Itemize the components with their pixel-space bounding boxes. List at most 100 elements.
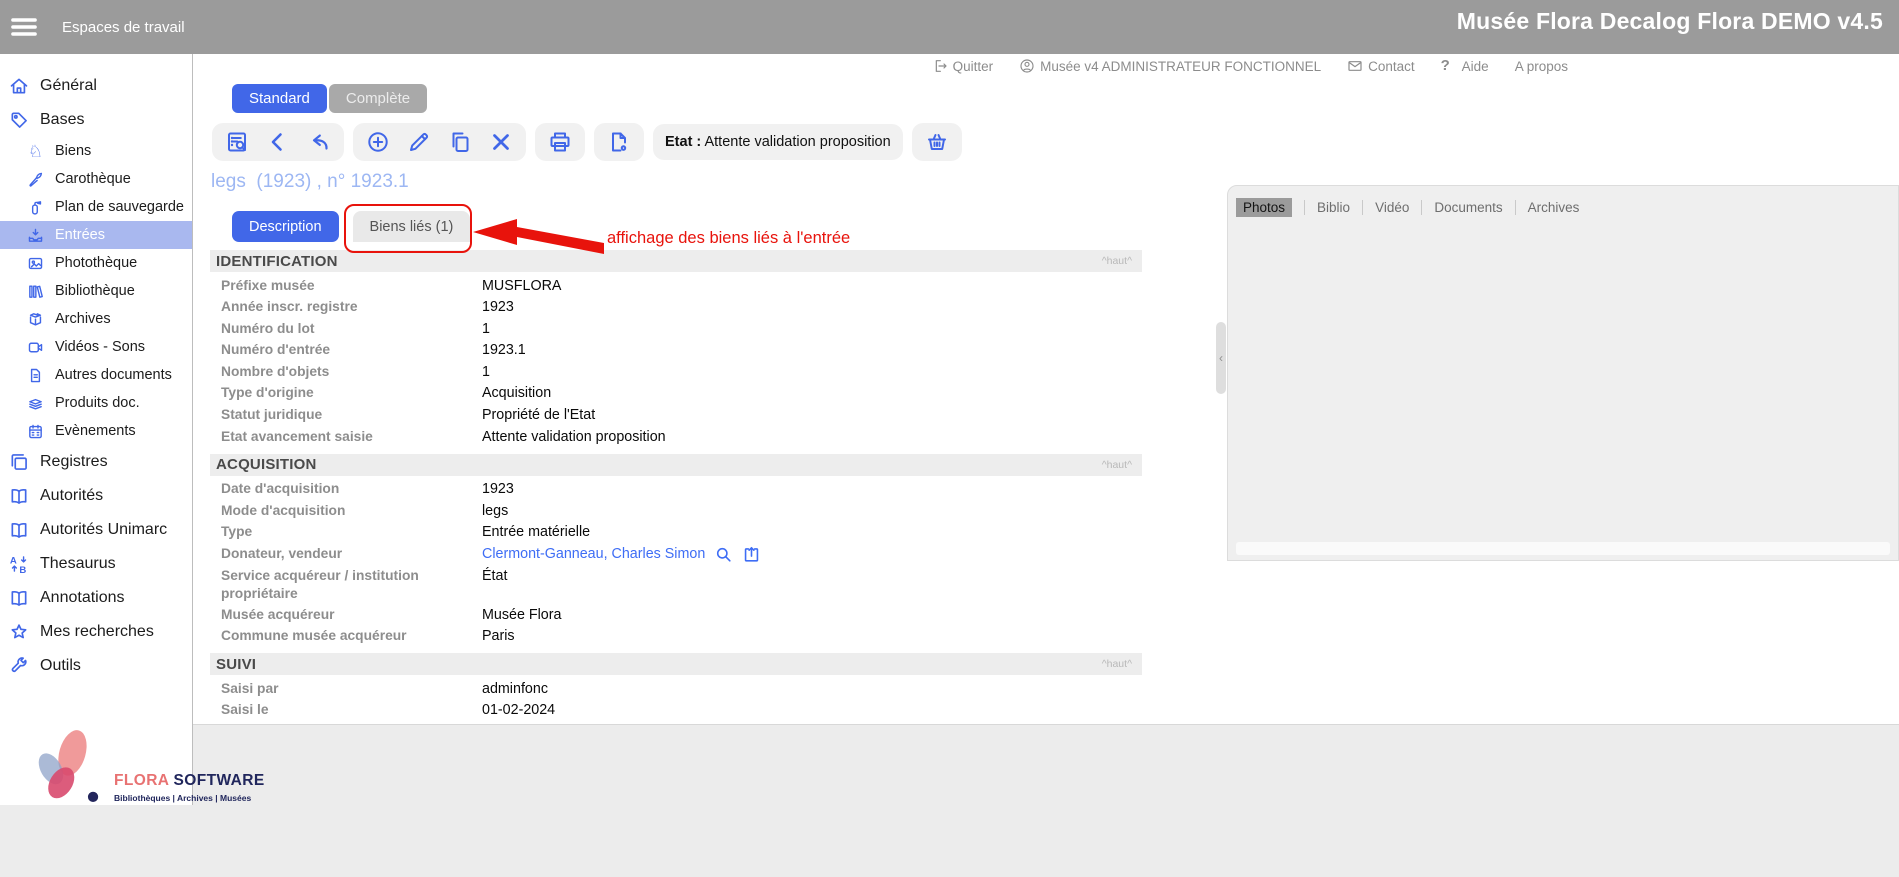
sidebar-item-label: Evènements — [55, 423, 136, 439]
media-tab-documents[interactable]: Documents — [1434, 200, 1502, 215]
flora-petals-icon — [22, 728, 108, 809]
duplicate-icon — [448, 130, 472, 154]
sidebar-item-videos-sons[interactable]: Vidéos - Sons — [0, 333, 192, 361]
search-icon[interactable] — [714, 545, 733, 564]
sidebar-item-label: Bibliothèque — [55, 283, 135, 299]
top-links-bar: Quitter Musée v4 ADMINISTRATEUR FONCTIONN… — [932, 58, 1568, 74]
add-button[interactable] — [366, 130, 390, 154]
toplink-label: Contact — [1368, 59, 1415, 74]
sidebar-item-label: Annotations — [40, 589, 125, 607]
sidebar-item-produits-doc[interactable]: Produits doc. — [0, 389, 192, 417]
undo-button[interactable] — [307, 130, 331, 154]
field-row: Date d'acquisition1923 — [210, 479, 1142, 501]
record-tabs: Description Biens liés (1) — [232, 211, 470, 242]
home-icon — [9, 76, 29, 96]
sidebar-item-mes-recherches[interactable]: Mes recherches — [0, 615, 192, 649]
app-window: Espaces de travail Musée Flora Decalog F… — [0, 0, 1899, 877]
sidebar-item-bases[interactable]: Bases — [0, 103, 192, 137]
field-label: Donateur, vendeur — [210, 545, 482, 563]
field-label: Saisi le — [210, 701, 482, 719]
sidebar-item-archives[interactable]: Archives — [0, 305, 192, 333]
state-value: Attente validation proposition — [704, 134, 890, 150]
open-book-icon — [9, 520, 29, 540]
open-book-icon — [9, 588, 29, 608]
toplink-contact[interactable]: Contact — [1347, 58, 1415, 74]
sidebar-item-evenements[interactable]: Evènements — [0, 417, 192, 445]
back-to-top-link[interactable]: ^haut^ — [1102, 255, 1132, 267]
back-button[interactable] — [266, 130, 290, 154]
basket-button[interactable] — [925, 130, 949, 154]
field-row: Etat avancement saisieAttente validation… — [210, 426, 1142, 448]
field-row: Saisi paradminfonc — [210, 678, 1142, 700]
print-button[interactable] — [548, 130, 572, 154]
sidebar-item-autres-documents[interactable]: Autres documents — [0, 361, 192, 389]
export-document-button[interactable] — [607, 130, 631, 154]
media-tab-biblio[interactable]: Biblio — [1317, 200, 1350, 215]
brand-secondary: SOFTWARE — [174, 772, 265, 789]
sidebar-item-outils[interactable]: Outils — [0, 649, 192, 683]
view-tab-complete[interactable]: Complète — [329, 84, 427, 113]
view-tabs: StandardComplète — [232, 84, 427, 113]
sidebar-item-carotheque[interactable]: Carothèque — [0, 165, 192, 193]
sidebar-item-annotations[interactable]: Annotations — [0, 581, 192, 615]
sidebar-item-autorites-unimarc[interactable]: Autorités Unimarc — [0, 513, 192, 547]
field-label: Numéro d'entrée — [210, 341, 482, 359]
exit-icon — [932, 58, 948, 74]
toplink-aide[interactable]: ?Aide — [1441, 58, 1489, 74]
toolbar-group-4 — [594, 123, 644, 161]
view-tab-standard[interactable]: Standard — [232, 84, 327, 113]
record-list-icon — [225, 130, 249, 154]
sidebar-item-entrees[interactable]: Entrées — [0, 221, 192, 249]
toplink-a-propos[interactable]: A propos — [1515, 59, 1568, 74]
edit-icon — [407, 130, 431, 154]
record-tab-description[interactable]: Description — [232, 211, 339, 242]
media-panel-scrollbar[interactable] — [1236, 542, 1890, 555]
sidebar-item-bibliotheque[interactable]: Bibliothèque — [0, 277, 192, 305]
open-book-icon — [9, 486, 29, 506]
sidebar-item-registres[interactable]: Registres — [0, 445, 192, 479]
fire-extinguisher-icon — [27, 199, 44, 216]
sidebar-item-plan-de-sauvegarde[interactable]: Plan de sauvegarde — [0, 193, 192, 221]
record-tab-biens-lies-1[interactable]: Biens liés (1) — [353, 211, 471, 242]
media-tab-video[interactable]: Vidéo — [1375, 200, 1409, 215]
media-tab-photos[interactable]: Photos — [1236, 198, 1292, 217]
sidebar-item-autorites[interactable]: Autorités — [0, 479, 192, 513]
video-icon — [27, 339, 44, 356]
field-label: Mode d'acquisition — [210, 502, 482, 520]
archive-box-icon — [27, 311, 44, 328]
field-label: Etat avancement saisie — [210, 428, 482, 446]
media-tab-archives[interactable]: Archives — [1528, 200, 1580, 215]
toplink-musee-v4-administrateur-fonctionnel[interactable]: Musée v4 ADMINISTRATEUR FONCTIONNEL — [1019, 58, 1321, 74]
duplicate-button[interactable] — [448, 130, 472, 154]
chess-knight-icon: ♘ — [27, 143, 44, 160]
field-row: Type d'origineAcquisition — [210, 383, 1142, 405]
sidebar-item-label: Vidéos - Sons — [55, 339, 145, 355]
logo-tagline: Bibliothèques | Archives | Musées — [114, 793, 265, 803]
sidebar-item-label: Outils — [40, 657, 81, 675]
media-panel: Photos Biblio Vidéo Documents Archives — [1227, 185, 1899, 561]
panel-collapse-handle[interactable]: ‹ — [1216, 322, 1226, 394]
sidebar-item-label: Produits doc. — [55, 395, 140, 411]
field-value[interactable]: Clermont-Ganneau, Charles Simon — [482, 545, 761, 564]
edit-button[interactable] — [407, 130, 431, 154]
inbox-arrow-icon — [27, 227, 44, 244]
open-record-icon[interactable] — [742, 545, 761, 564]
field-label: Type — [210, 523, 482, 541]
toolbar-group-1 — [212, 123, 344, 161]
back-to-top-link[interactable]: ^haut^ — [1102, 658, 1132, 670]
sidebar-item-thesaurus[interactable]: ABThesaurus — [0, 547, 192, 581]
field-value: adminfonc — [482, 680, 548, 699]
sidebar-item-phototheque[interactable]: Photothèque — [0, 249, 192, 277]
sidebar-item-general[interactable]: Général — [0, 69, 192, 103]
paper-stack-icon — [27, 395, 44, 412]
toplink-quitter[interactable]: Quitter — [932, 58, 994, 74]
undo-icon — [307, 130, 331, 154]
record-list-button[interactable] — [225, 130, 249, 154]
field-value: 01-02-2024 — [482, 701, 555, 720]
print-icon — [548, 130, 572, 154]
hamburger-menu-button[interactable] — [10, 13, 46, 41]
delete-button[interactable] — [489, 130, 513, 154]
sidebar-item-biens[interactable]: ♘Biens — [0, 137, 192, 165]
back-to-top-link[interactable]: ^haut^ — [1102, 459, 1132, 471]
sidebar-item-label: Général — [40, 77, 97, 95]
